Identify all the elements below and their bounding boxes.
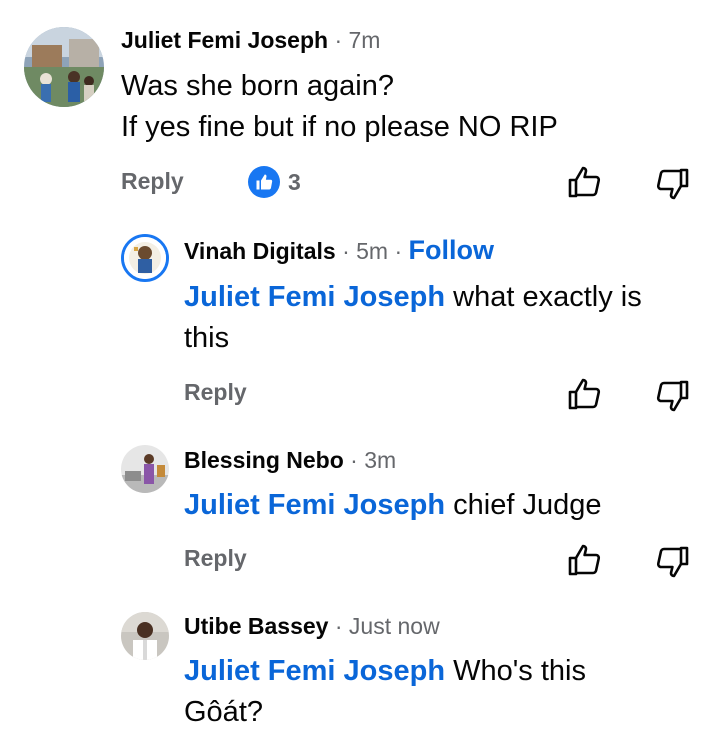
dislike-icon[interactable] xyxy=(655,378,691,414)
reply-button[interactable]: Reply xyxy=(121,166,184,196)
comment-juliet: Juliet Femi Joseph · 7m Was she born aga… xyxy=(0,0,720,220)
avatar[interactable] xyxy=(121,612,169,660)
like-count: 3 xyxy=(288,168,301,195)
avatar[interactable] xyxy=(24,27,104,107)
follow-button[interactable]: Follow xyxy=(409,235,494,265)
author-name[interactable]: Juliet Femi Joseph xyxy=(121,27,328,53)
comment-text: Was she born again? If yes fine but if n… xyxy=(121,66,558,148)
mention-link[interactable]: Juliet Femi Joseph xyxy=(184,281,445,313)
like-reaction-icon xyxy=(248,166,280,198)
separator: · xyxy=(334,613,343,639)
dislike-icon[interactable] xyxy=(655,544,691,580)
comment-line: Was she born again? xyxy=(121,70,394,102)
comment-text: Juliet Femi Joseph Who's this Gôát? xyxy=(184,651,634,733)
comment-header: Utibe Bassey · Just now xyxy=(184,611,440,641)
avatar[interactable] xyxy=(121,445,169,493)
dislike-icon[interactable] xyxy=(655,166,691,202)
like-icon[interactable] xyxy=(566,376,602,412)
avatar[interactable] xyxy=(121,234,169,282)
author-name[interactable]: Blessing Nebo xyxy=(184,447,344,473)
separator: · xyxy=(342,238,350,264)
reply-button[interactable]: Reply xyxy=(184,377,247,407)
comment-blessing: Blessing Nebo · 3m Juliet Femi Joseph ch… xyxy=(0,435,720,600)
mention-link[interactable]: Juliet Femi Joseph xyxy=(184,655,445,687)
comment-text: Juliet Femi Joseph chief Judge xyxy=(184,485,694,526)
author-name[interactable]: Vinah Digitals xyxy=(184,238,336,264)
timestamp[interactable]: 5m xyxy=(356,238,388,264)
author-name[interactable]: Utibe Bassey xyxy=(184,613,328,639)
timestamp[interactable]: Just now xyxy=(349,613,440,639)
separator: · xyxy=(394,238,403,264)
mention-link[interactable]: Juliet Femi Joseph xyxy=(184,489,445,521)
like-icon[interactable] xyxy=(566,164,602,200)
comment-line: If yes fine but if no please NO RIP xyxy=(121,111,558,143)
comment-header: Vinah Digitals · 5m · Follow xyxy=(184,235,494,266)
timestamp[interactable]: 3m xyxy=(364,447,396,473)
like-icon[interactable] xyxy=(566,542,602,578)
comment-utibe: Utibe Bassey · Just now Juliet Femi Jose… xyxy=(0,600,720,743)
comment-header: Blessing Nebo · 3m xyxy=(184,445,396,475)
comment-header: Juliet Femi Joseph · 7m xyxy=(121,25,380,55)
reaction-summary[interactable]: 3 xyxy=(248,166,301,198)
separator: · xyxy=(350,447,358,473)
comment-text: Juliet Femi Joseph what exactly is this xyxy=(184,277,694,359)
separator: · xyxy=(334,27,343,53)
comment-body: chief Judge xyxy=(445,489,602,521)
reply-button[interactable]: Reply xyxy=(184,543,247,573)
timestamp[interactable]: 7m xyxy=(349,27,381,53)
comment-vinah: Vinah Digitals · 5m · Follow Juliet Femi… xyxy=(0,220,720,435)
